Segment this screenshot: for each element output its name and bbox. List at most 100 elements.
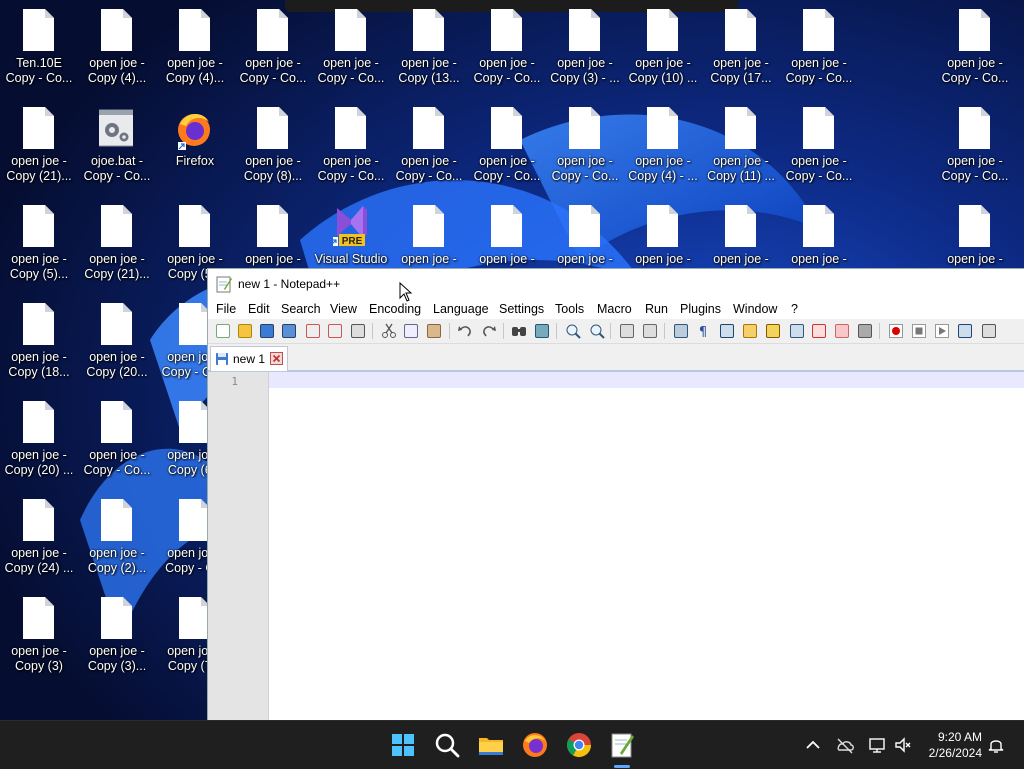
save-macro-icon[interactable] bbox=[980, 322, 998, 340]
menu-view[interactable]: View bbox=[330, 302, 357, 316]
print-icon[interactable] bbox=[349, 322, 367, 340]
desktop-icon[interactable]: open joe - Copy - Co... bbox=[468, 0, 546, 92]
desktop-icon[interactable]: open joe - Copy (20... bbox=[78, 294, 156, 386]
desktop-icon[interactable]: open joe - Copy (18... bbox=[0, 294, 78, 386]
desktop-icon[interactable]: open joe - Copy (3) bbox=[0, 588, 78, 680]
desktop-icon[interactable]: open joe - Copy - Co... bbox=[936, 98, 1014, 190]
menu-search[interactable]: Search bbox=[281, 302, 321, 316]
replace-icon[interactable] bbox=[533, 322, 551, 340]
menu-language[interactable]: Language bbox=[433, 302, 489, 316]
folder-workspace-icon[interactable] bbox=[833, 322, 851, 340]
menu-encoding[interactable]: Encoding bbox=[369, 302, 421, 316]
bell-icon[interactable] bbox=[986, 735, 1006, 755]
menu-run[interactable]: Run bbox=[645, 302, 668, 316]
zoom-in-icon[interactable] bbox=[564, 322, 582, 340]
doc-map-icon[interactable] bbox=[764, 322, 782, 340]
desktop-icon[interactable]: open joe - Copy (21)... bbox=[78, 196, 156, 288]
desktop-icon[interactable]: open joe - Copy - Co... bbox=[546, 98, 624, 190]
close-file-icon[interactable] bbox=[304, 322, 322, 340]
desktop-icon[interactable]: open joe - Copy (13... bbox=[390, 0, 468, 92]
firefox-icon[interactable] bbox=[519, 729, 551, 761]
desktop-icon[interactable]: open joe - Copy (20) ... bbox=[0, 392, 78, 484]
desktop-icon[interactable]: ojoe.bat - Copy - Co... bbox=[78, 98, 156, 190]
notepad-plus-plus-window[interactable]: new 1 - Notepad++ File Edit Search View Enco… bbox=[207, 268, 1024, 721]
play-macro-icon[interactable] bbox=[933, 322, 951, 340]
system-clock[interactable]: 9:20 AM 2/26/2024 bbox=[929, 729, 982, 761]
file-explorer-icon[interactable] bbox=[475, 729, 507, 761]
desktop-icon[interactable]: open joe - Copy (4) - ... bbox=[624, 98, 702, 190]
paste-icon[interactable] bbox=[425, 322, 443, 340]
undo-icon[interactable] bbox=[456, 322, 474, 340]
desktop-icon[interactable]: open joe - Copy - Co... bbox=[312, 0, 390, 92]
find-icon[interactable] bbox=[510, 322, 528, 340]
desktop-icon[interactable]: open joe - Copy - Co... bbox=[780, 98, 858, 190]
run-macro-multiple-icon[interactable] bbox=[956, 322, 974, 340]
desktop-icon[interactable]: open joe - Copy (5)... bbox=[0, 196, 78, 288]
start-icon[interactable] bbox=[387, 729, 419, 761]
speaker-muted-icon[interactable] bbox=[893, 735, 913, 755]
editor-area[interactable]: 1 bbox=[208, 372, 1024, 721]
desktop-icon[interactable]: open joe - Copy (17... bbox=[702, 0, 780, 92]
file-icon bbox=[725, 9, 756, 51]
chevron-up-icon[interactable] bbox=[803, 735, 823, 755]
desktop-icon[interactable]: open joe - Copy (3)... bbox=[78, 588, 156, 680]
desktop-icon[interactable]: open joe - Copy - Co... bbox=[390, 98, 468, 190]
menu-tools[interactable]: Tools bbox=[555, 302, 584, 316]
desktop-icon[interactable]: open joe - Copy (24) ... bbox=[0, 490, 78, 582]
cut-icon[interactable] bbox=[380, 322, 398, 340]
desktop-icon[interactable]: open joe - Copy (11) ... bbox=[702, 98, 780, 190]
menu-window[interactable]: Window bbox=[733, 302, 777, 316]
save-icon[interactable] bbox=[258, 322, 276, 340]
desktop-icon[interactable]: open joe - Copy - Co... bbox=[78, 392, 156, 484]
doc-list-icon[interactable] bbox=[788, 322, 806, 340]
word-wrap-icon[interactable] bbox=[672, 322, 690, 340]
tab-new-1[interactable]: new 1 bbox=[210, 346, 288, 371]
zoom-out-icon[interactable] bbox=[588, 322, 606, 340]
notepad-plus-plus-icon[interactable] bbox=[606, 729, 638, 761]
function-list-icon[interactable] bbox=[810, 322, 828, 340]
menu-edit[interactable]: Edit bbox=[248, 302, 270, 316]
desktop-icon[interactable]: open joe - Copy - Co... bbox=[234, 0, 312, 92]
menu-plugins[interactable]: Plugins bbox=[680, 302, 721, 316]
redo-icon[interactable] bbox=[480, 322, 498, 340]
search-icon[interactable] bbox=[431, 729, 463, 761]
network-icon[interactable] bbox=[867, 735, 887, 755]
desktop-icon[interactable]: open joe - Copy (2)... bbox=[78, 490, 156, 582]
desktop-icon[interactable]: Ten.10E Copy - Co... bbox=[0, 0, 78, 92]
open-file-icon[interactable] bbox=[236, 322, 254, 340]
desktop-icon[interactable]: open joe - Copy - Co... bbox=[780, 0, 858, 92]
desktop-icon[interactable]: Firefox bbox=[156, 98, 234, 190]
menu-file[interactable]: File bbox=[216, 302, 236, 316]
chrome-icon[interactable] bbox=[563, 729, 595, 761]
desktop-icon[interactable]: open joe - Copy (10) ... bbox=[624, 0, 702, 92]
menu-macro[interactable]: Macro bbox=[597, 302, 632, 316]
sync-horizontal-icon[interactable] bbox=[641, 322, 659, 340]
line-number: 1 bbox=[231, 375, 238, 388]
stop-macro-icon[interactable] bbox=[910, 322, 928, 340]
menu-settings[interactable]: Settings bbox=[499, 302, 544, 316]
desktop-icon[interactable]: open joe - Copy (4)... bbox=[156, 0, 234, 92]
save-all-icon[interactable] bbox=[280, 322, 298, 340]
new-file-icon[interactable] bbox=[214, 322, 232, 340]
onedrive-icon[interactable] bbox=[835, 735, 855, 755]
indent-guide-icon[interactable] bbox=[718, 322, 736, 340]
desktop-icon[interactable]: open joe - Copy (4)... bbox=[78, 0, 156, 92]
monitoring-icon[interactable] bbox=[856, 322, 874, 340]
record-macro-icon[interactable] bbox=[887, 322, 905, 340]
udl-icon[interactable] bbox=[741, 322, 759, 340]
close-icon[interactable] bbox=[270, 352, 283, 365]
menu-help[interactable]: ? bbox=[791, 302, 798, 316]
close-all-icon[interactable] bbox=[326, 322, 344, 340]
file-icon bbox=[725, 107, 756, 149]
copy-icon[interactable] bbox=[402, 322, 420, 340]
pre-badge: PRE bbox=[342, 236, 363, 247]
sync-vertical-icon[interactable] bbox=[618, 322, 636, 340]
window-title-bar[interactable]: new 1 - Notepad++ bbox=[208, 269, 1024, 299]
desktop-icon[interactable]: open joe - Copy (21)... bbox=[0, 98, 78, 190]
desktop-icon[interactable]: open joe - Copy - Co... bbox=[312, 98, 390, 190]
desktop-icon[interactable]: open joe - Copy (8)... bbox=[234, 98, 312, 190]
show-all-chars-icon[interactable]: ¶ bbox=[694, 322, 712, 340]
desktop-icon[interactable]: open joe - Copy (3) - ... bbox=[546, 0, 624, 92]
desktop-icon[interactable]: open joe - Copy - Co... bbox=[468, 98, 546, 190]
desktop-icon[interactable]: open joe - Copy - Co... bbox=[936, 0, 1014, 92]
